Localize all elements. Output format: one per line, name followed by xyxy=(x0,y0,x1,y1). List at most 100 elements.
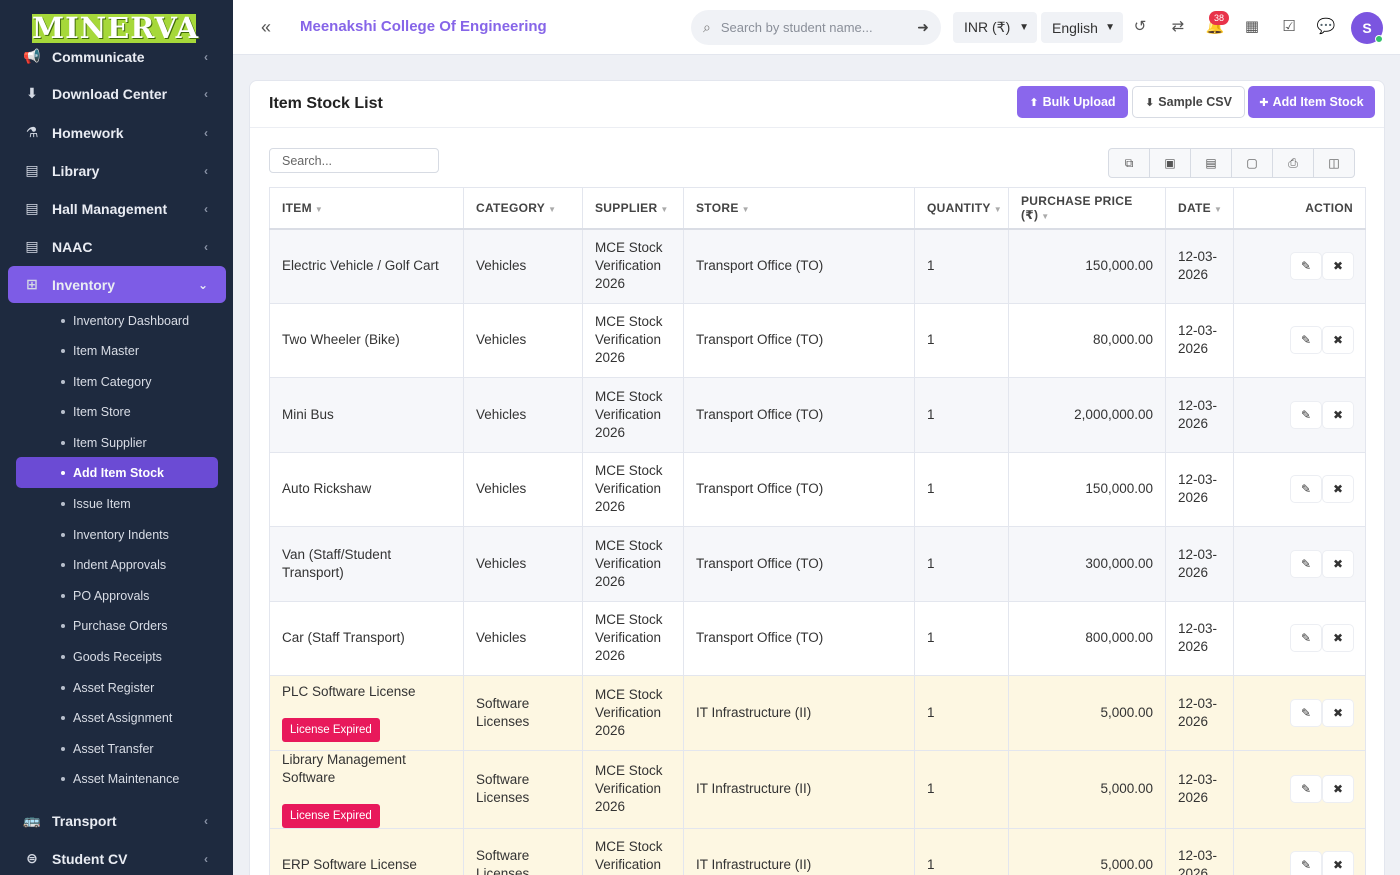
sample-csv-button[interactable]: ⬇ Sample CSV xyxy=(1132,86,1245,118)
cell-item: Two Wheeler (Bike) xyxy=(269,302,464,378)
sidebar-subitem-inventory-indents[interactable]: Inventory Indents xyxy=(16,519,218,550)
collapse-sidebar-icon[interactable]: « xyxy=(261,17,271,38)
column-header-item[interactable]: ITEM ▼ xyxy=(269,187,464,230)
sidebar-item-download-center[interactable]: ⬇ Download Center ‹ xyxy=(8,75,226,112)
sidebar-item-inventory[interactable]: ⊞ Inventory ⌄ xyxy=(8,266,226,303)
chevron-left-icon: ‹ xyxy=(204,851,208,866)
print-button[interactable]: ⎙ xyxy=(1272,148,1314,178)
language-select[interactable]: English ▼ xyxy=(1041,12,1123,43)
edit-button[interactable]: ✎ xyxy=(1291,776,1321,802)
add-item-stock-button[interactable]: ✚ Add Item Stock xyxy=(1248,86,1375,118)
delete-button[interactable]: ✖ xyxy=(1323,253,1353,279)
column-header-store[interactable]: STORE ▼ xyxy=(683,187,915,230)
sidebar-subitem-add-item-stock[interactable]: Add Item Stock xyxy=(16,457,218,488)
table-search-input[interactable] xyxy=(269,148,439,173)
cell-store: Transport Office (TO) xyxy=(683,302,915,378)
copy-button[interactable]: ⧉ xyxy=(1108,148,1150,178)
chat-icon[interactable]: 💬 xyxy=(1315,16,1337,38)
column-header-category[interactable]: CATEGORY ▼ xyxy=(463,187,583,230)
sidebar-subitem-item-supplier[interactable]: Item Supplier xyxy=(16,427,218,458)
cell-supplier: MCE Stock Verification 2026 xyxy=(582,675,684,751)
copy-icon: ⧉ xyxy=(1124,155,1134,170)
calendar-icon[interactable]: ▦ xyxy=(1241,16,1263,38)
item-name: Van (Staff/Student Transport) xyxy=(282,546,392,580)
sidebar-subitem-item-store[interactable]: Item Store xyxy=(16,396,218,427)
close-icon: ✖ xyxy=(1332,782,1344,796)
delete-button[interactable]: ✖ xyxy=(1323,699,1353,726)
sidebar-subitem-po-approvals[interactable]: PO Approvals xyxy=(16,580,218,611)
swap-icon[interactable]: ⇄ xyxy=(1167,16,1189,38)
delete-button[interactable]: ✖ xyxy=(1323,476,1353,503)
edit-button[interactable]: ✎ xyxy=(1291,852,1321,875)
bullet-icon xyxy=(61,715,65,720)
column-header-purchase-price[interactable]: PURCHASE PRICE (₹) ▼ xyxy=(1008,187,1166,230)
cell-store: Transport Office (TO) xyxy=(683,526,915,602)
delete-button[interactable]: ✖ xyxy=(1323,401,1353,428)
cell-supplier: MCE Stock Verification 2026 xyxy=(582,451,684,527)
delete-button[interactable]: ✖ xyxy=(1323,852,1353,875)
edit-button[interactable]: ✎ xyxy=(1291,699,1321,726)
excel-button[interactable]: ▣ xyxy=(1149,148,1191,178)
csv-button[interactable]: ▤ xyxy=(1190,148,1232,178)
table-row: Mini Bus Vehicles MCE Stock Verification… xyxy=(269,377,1366,453)
sidebar-subitem-goods-receipts[interactable]: Goods Receipts xyxy=(16,641,218,672)
column-header-supplier[interactable]: SUPPLIER ▼ xyxy=(582,187,684,230)
delete-button[interactable]: ✖ xyxy=(1323,625,1353,652)
sidebar-item-hall-management[interactable]: ▤ Hall Management ‹ xyxy=(8,190,226,227)
sidebar-subitem-inventory-dashboard[interactable]: Inventory Dashboard xyxy=(16,305,218,336)
download-icon: ⬇ xyxy=(26,85,38,101)
sidebar-subitem-asset-transfer[interactable]: Asset Transfer xyxy=(16,733,218,764)
close-icon: ✖ xyxy=(1332,858,1344,873)
delete-button[interactable]: ✖ xyxy=(1323,327,1353,354)
cell-quantity: 1 xyxy=(914,377,1009,453)
sidebar-subitem-asset-register[interactable]: Asset Register xyxy=(16,672,218,703)
delete-button[interactable]: ✖ xyxy=(1323,550,1353,577)
pdf-button[interactable]: ▢ xyxy=(1231,148,1273,178)
edit-button[interactable]: ✎ xyxy=(1291,401,1321,428)
bullet-icon xyxy=(61,654,65,659)
history-icon[interactable]: ↺ xyxy=(1129,16,1151,38)
edit-button[interactable]: ✎ xyxy=(1291,625,1321,652)
close-icon: ✖ xyxy=(1332,631,1344,646)
cell-quantity: 1 xyxy=(914,302,1009,378)
table-header-row: ITEM ▼ CATEGORY ▼ SUPPLIER ▼ STORE ▼ QUANTIT… xyxy=(269,187,1366,230)
sidebar-subitem-label: Issue Item xyxy=(73,496,131,511)
cell-category: Vehicles xyxy=(463,302,583,378)
pencil-icon: ✎ xyxy=(1300,407,1312,422)
edit-button[interactable]: ✎ xyxy=(1291,476,1321,503)
chevron-left-icon: ‹ xyxy=(204,813,208,828)
sidebar-item-library[interactable]: ▤ Library ‹ xyxy=(8,152,226,189)
columns-icon: ◫ xyxy=(1328,156,1340,170)
sidebar-subitem-issue-item[interactable]: Issue Item xyxy=(16,488,218,519)
arrow-right-icon[interactable]: ➜ xyxy=(917,19,929,36)
sidebar-item-naac[interactable]: ▤ NAAC ‹ xyxy=(8,228,226,265)
cell-purchase-price: 2,000,000.00 xyxy=(1008,377,1166,453)
sidebar: MINERVA 📢 Communicate ‹ ⬇ Download Cente… xyxy=(0,0,233,875)
edit-button[interactable]: ✎ xyxy=(1291,550,1321,577)
cell-action: ✎ ✖ xyxy=(1233,228,1366,304)
sidebar-subitem-asset-maintenance[interactable]: Asset Maintenance xyxy=(16,763,218,794)
edit-button[interactable]: ✎ xyxy=(1291,327,1321,354)
sidebar-subitem-item-category[interactable]: Item Category xyxy=(16,366,218,397)
sidebar-subitem-asset-assignment[interactable]: Asset Assignment xyxy=(16,702,218,733)
student-search-input[interactable] xyxy=(720,20,891,35)
sidebar-subitem-item-master[interactable]: Item Master xyxy=(16,335,218,366)
checkbox-icon[interactable]: ☑ xyxy=(1278,16,1300,38)
sidebar-item-homework[interactable]: ⚗ Homework ‹ xyxy=(8,114,226,151)
cell-item: ERP Software License xyxy=(269,827,464,875)
edit-button[interactable]: ✎ xyxy=(1291,253,1321,279)
cell-purchase-price: 300,000.00 xyxy=(1008,526,1166,602)
sidebar-subitem-indent-approvals[interactable]: Indent Approvals xyxy=(16,549,218,580)
column-header-quantity[interactable]: QUANTITY ▼ xyxy=(914,187,1009,230)
sidebar-item-transport[interactable]: 🚌 Transport ‹ xyxy=(8,802,226,839)
sidebar-subitem-label: Goods Receipts xyxy=(73,649,162,664)
sidebar-item-label: Communicate xyxy=(52,48,145,65)
column-visibility-button[interactable]: ◫ xyxy=(1313,148,1355,178)
bulk-upload-button[interactable]: ⬆ Bulk Upload xyxy=(1017,86,1128,118)
column-header-date[interactable]: DATE ▼ xyxy=(1165,187,1234,230)
delete-button[interactable]: ✖ xyxy=(1323,776,1353,802)
sidebar-subitem-purchase-orders[interactable]: Purchase Orders xyxy=(16,610,218,641)
sidebar-item-communicate[interactable]: 📢 Communicate ‹ xyxy=(8,38,226,75)
currency-select[interactable]: INR (₹) ▼ xyxy=(953,12,1037,43)
sidebar-item-student-cv[interactable]: ⊜ Student CV ‹ xyxy=(8,840,226,875)
